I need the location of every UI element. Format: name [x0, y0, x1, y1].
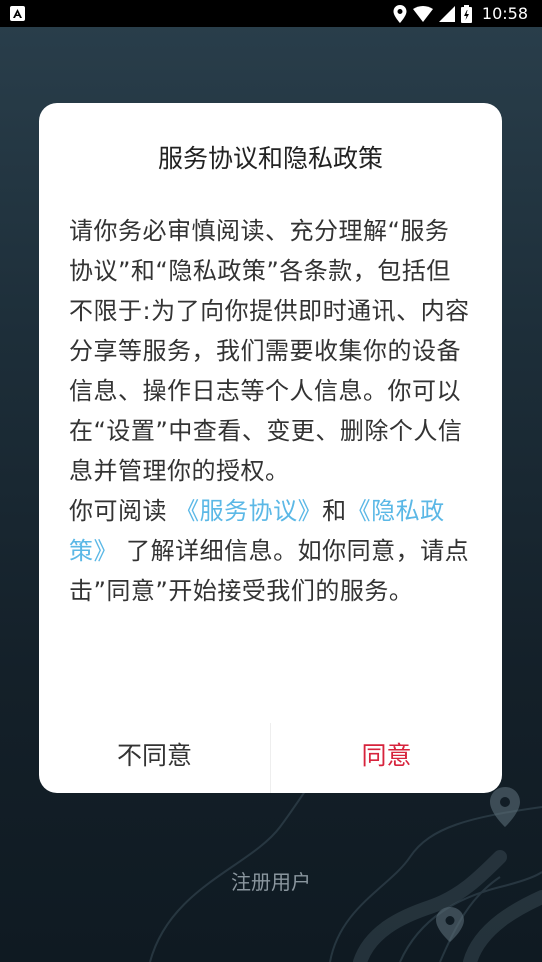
links-and-text: 和 [322, 497, 347, 525]
service-agreement-link[interactable]: 《服务协议》 [175, 497, 322, 525]
notification-a-icon [10, 6, 25, 21]
dialog-body: 请你务必审慎阅读、充分理解“服务协议”和“隐私政策”各条款，包括但不限于:为了向… [69, 211, 471, 611]
status-left [10, 6, 25, 21]
dialog-paragraph-terms: 请你务必审慎阅读、充分理解“服务协议”和“隐私政策”各条款，包括但不限于:为了向… [69, 217, 470, 485]
status-clock: 10:58 [481, 4, 528, 23]
wifi-icon [412, 5, 433, 22]
dialog-title: 服务协议和隐私政策 [157, 144, 383, 173]
agree-button[interactable]: 同意 [271, 723, 502, 793]
disagree-button[interactable]: 不同意 [39, 723, 270, 793]
status-right: 10:58 [393, 4, 528, 23]
dialog-paragraph-links: 你可阅读 《服务协议》和《隐私政策》 了解详细信息。如你同意，请点击”同意”开始… [69, 491, 471, 611]
status-bar: 10:58 [0, 0, 542, 27]
location-icon [393, 4, 407, 23]
battery-icon [460, 4, 472, 23]
links-suffix-text: 了解详细信息。如你同意，请点击”同意”开始接受我们的服务。 [69, 537, 470, 605]
privacy-policy-dialog: 服务协议和隐私政策 请你务必审慎阅读、充分理解“服务协议”和“隐私政策”各条款，… [39, 103, 502, 793]
links-prefix-text: 你可阅读 [69, 497, 176, 525]
dialog-buttons: 不同意 同意 [39, 723, 502, 793]
signal-icon [438, 5, 455, 22]
register-user-link[interactable]: 注册用户 [0, 866, 542, 895]
